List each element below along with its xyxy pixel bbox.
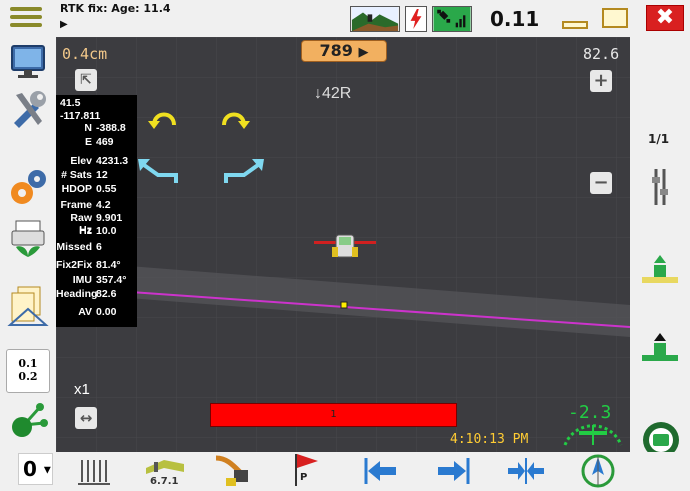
hamburger-menu-icon[interactable] [10,7,42,31]
zoom-out-button[interactable]: − [590,172,612,194]
info-value: 0.55 [96,183,117,195]
ab-line-compass-icon[interactable] [580,453,616,489]
steer-angle-readout: -2.3 [568,402,612,423]
play-icon[interactable]: ▶ [60,19,68,30]
agopen-window: RTK fix: Age: 11.4 ▶ 0.11 ✖ 0.1 0.2 0.4c… [0,0,690,491]
point-label: P [300,472,308,483]
section-up-icon[interactable] [642,255,678,285]
rtk-status: RTK fix: Age: 11.4 [60,2,171,15]
headland-icon[interactable] [144,454,186,476]
lightbar-arrow-icon: ▶ [358,45,369,60]
info-label: E [84,136,92,148]
info-label: Heading [56,288,98,300]
scale-label: x1 [74,381,90,398]
info-label: Fix2Fix [56,259,93,271]
guidance-fraction: 1/1 [648,132,670,146]
section-progress-bar: 1 [210,403,457,427]
section-count-dropdown[interactable]: 0 ▼ [18,453,53,485]
info-value: 357.4° [96,274,127,286]
pan-icon[interactable]: ⇱ [75,69,97,91]
tractor-icon [314,234,376,258]
info-value: 0.00 [96,306,117,318]
field-view-icon[interactable] [350,6,400,32]
info-label: Frame [60,199,92,211]
latitude: 41.5 [60,97,81,109]
info-label: Hz [79,225,92,237]
gps-info-panel: 41.5 -117.811 N -388.8 E 469 Elev 4231.3 # Sat… [56,95,137,327]
info-value: 82.6 [96,288,117,300]
uturn-left-icon[interactable] [148,107,180,129]
snap-to-line-icon[interactable] [506,456,546,486]
info-value: 4.2 [96,199,111,211]
section-count-value: 0 [23,457,37,481]
left-toolbar: 0.1 0.2 [0,37,56,452]
info-value: 12 [96,169,108,181]
offset-readout: 0.4cm [62,45,108,63]
chevron-down-icon: ▼ [43,465,51,476]
horizontal-expand-icon[interactable]: ↔ [75,407,97,429]
info-value: 6 [96,241,102,253]
info-label: AV [78,306,92,318]
minimize-icon[interactable] [560,6,590,30]
nudge-right-icon[interactable] [436,456,472,486]
network-nodes-icon[interactable] [6,397,50,441]
settings-gears-icon[interactable] [6,165,50,209]
tools-icon[interactable] [6,87,50,131]
uturn-right-icon[interactable] [218,107,250,129]
info-value: 469 [96,136,114,148]
nudge-left-icon[interactable] [362,456,398,486]
info-label: Elev [70,155,92,167]
version-label: 6.7.1 [150,476,179,487]
lightbar-box[interactable]: 789 ▶ [301,40,387,62]
tram-label: ↓42R [314,85,352,102]
section-down-icon[interactable] [642,333,678,363]
info-label: # Sats [61,169,92,181]
info-label: Missed [56,241,92,253]
guidance-point [340,301,348,309]
maximize-icon[interactable] [600,6,630,30]
satellite-signal-icon[interactable] [432,6,472,32]
info-value: -388.8 [96,122,126,134]
contour-icon[interactable] [212,452,254,490]
zoom-in-button[interactable]: + [590,70,612,92]
info-label: N [84,122,92,134]
calc-bottom-value: 0.2 [18,370,38,383]
clock: 4:10:13 PM [450,432,529,447]
map-view[interactable]: 0.4cm 789 ▶ 82.6 ⇱ + − ↓42R 41.5 -117.81… [56,37,630,452]
close-button[interactable]: ✖ [646,5,684,31]
calculator-button[interactable]: 0.1 0.2 [6,349,50,393]
lightning-icon[interactable] [405,6,427,32]
info-label: HDOP [61,183,92,195]
info-label: IMU [72,274,92,286]
calc-top-value: 0.1 [18,357,38,370]
lightbar-value: 789 [319,41,353,60]
info-value: 4231.3 [96,155,129,167]
lateral-right-icon[interactable] [222,157,264,187]
info-value: 81.4° [96,259,121,271]
info-value: 9.901 [96,212,123,224]
documents-icon[interactable] [6,283,50,327]
sections-icon[interactable] [76,456,112,488]
right-toolbar: 1/1 [630,37,690,458]
monitor-icon[interactable] [6,40,50,84]
longitude: -117.811 [60,110,101,122]
field-tools-icon[interactable] [6,217,50,261]
top-bar: RTK fix: Age: 11.4 ▶ 0.11 ✖ [0,0,690,37]
width-readout: 82.6 [583,45,620,63]
info-value: 10.0 [96,225,117,237]
lateral-left-icon[interactable] [138,157,180,187]
speed-readout: 0.11 [490,7,540,31]
tram-lines-icon[interactable] [644,167,676,207]
